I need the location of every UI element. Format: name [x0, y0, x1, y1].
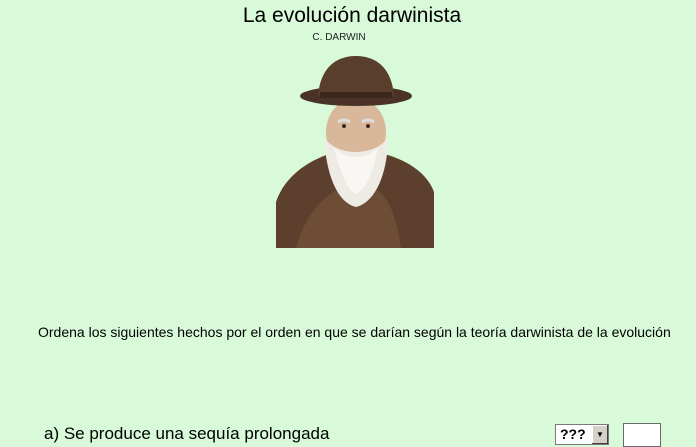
order-select[interactable]: ??? ▼ — [555, 424, 609, 445]
chevron-down-icon[interactable]: ▼ — [591, 425, 608, 444]
answer-input[interactable] — [623, 423, 661, 447]
page-title: La evolución darwinista — [242, 4, 462, 27]
portrait-caption: C. DARWIN — [312, 32, 366, 43]
order-select-value: ??? — [560, 426, 586, 442]
item-label-a: a) Se produce una sequía prolongada — [44, 424, 330, 443]
instructions-text: Ordena los siguientes hechos por el orde… — [38, 324, 671, 340]
darwin-portrait-image — [276, 56, 434, 248]
